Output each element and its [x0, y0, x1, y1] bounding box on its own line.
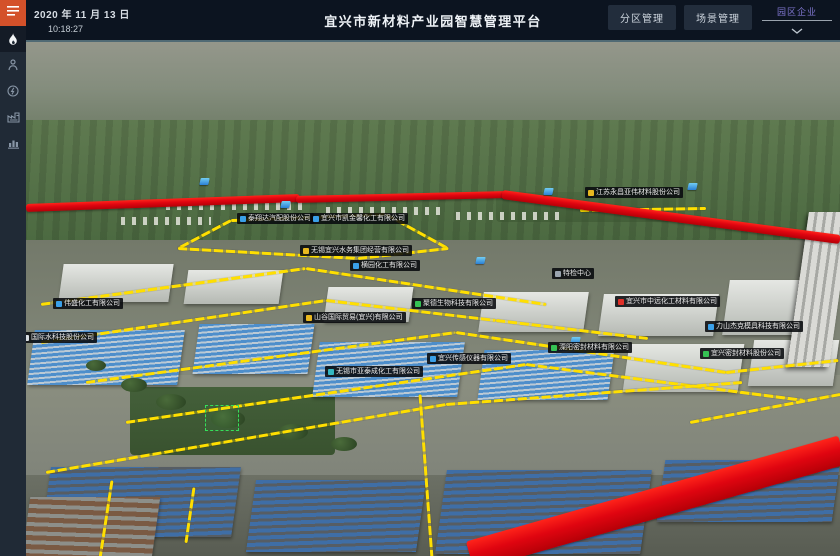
- company-map-label[interactable]: 横园化工有限公司: [350, 260, 420, 271]
- sidebar-item-person[interactable]: [0, 52, 26, 78]
- scene-manage-button[interactable]: 场景管理: [684, 5, 752, 30]
- zone-manage-button[interactable]: 分区管理: [608, 5, 676, 30]
- company-label-text: 聚德生物科技有限公司: [423, 300, 493, 307]
- company-marker-icon: [56, 301, 62, 307]
- company-marker-icon: [353, 263, 359, 269]
- company-marker-icon: [303, 248, 309, 254]
- company-marker-icon: [708, 324, 714, 330]
- company-map-label[interactable]: 山谷国际贸易(宜兴)有限公司: [303, 312, 406, 323]
- sidebar: [0, 0, 26, 556]
- company-map-label[interactable]: 宜兴密封材料股份公司: [700, 348, 784, 359]
- company-map-label[interactable]: 伟盛化工有限公司: [53, 298, 123, 309]
- sidebar-item-factory[interactable]: [0, 104, 26, 130]
- selection-box: [205, 405, 239, 431]
- company-map-label[interactable]: 无锡市亚泰成化工有限公司: [325, 366, 423, 377]
- map-3d-view[interactable]: 泰翔达汽配股份公司 宜兴市凯金馨化工有限公司 江苏永昌亚伟材料股份公司无锡宜兴水务集…: [26, 40, 840, 556]
- sidebar-item-statistics[interactable]: [0, 130, 26, 156]
- hamburger-icon: [6, 4, 20, 22]
- company-marker-icon: [555, 271, 561, 277]
- tree-shape: [86, 360, 106, 371]
- blue-building-sprite: [280, 201, 290, 208]
- company-label-text: 溧阳密封材料有限公司: [559, 344, 629, 351]
- blue-building-sprite: [687, 183, 697, 190]
- company-map-label[interactable]: 宜兴传感仪器有限公司: [427, 353, 511, 364]
- company-label-text: 伟盛化工有限公司: [64, 300, 120, 307]
- tree-shape: [121, 378, 147, 392]
- blue-building-sprite: [543, 188, 553, 195]
- tree-shape: [331, 437, 357, 451]
- header-actions: 分区管理 场景管理 园区企业: [608, 1, 834, 39]
- town-shape: [456, 212, 566, 220]
- company-label-text: 特检中心: [563, 270, 591, 277]
- company-map-label[interactable]: 无锡宜兴水务集团经营有限公司: [300, 245, 412, 256]
- person-icon: [7, 59, 19, 71]
- bld-shape: [58, 264, 173, 302]
- company-map-label[interactable]: 溧阳密封材料有限公司: [548, 342, 632, 353]
- company-map-label[interactable]: 宜兴市凯金馨化工有限公司: [310, 213, 408, 224]
- company-marker-icon: [618, 299, 624, 305]
- company-marker-icon: [328, 369, 334, 375]
- company-label-text: 宜兴市中远化工材料有限公司: [626, 298, 717, 305]
- current-time: 10:18:27: [48, 24, 130, 34]
- company-label-text: 无锡宜兴水务集团经营有限公司: [311, 247, 409, 254]
- top-header: 2020 年 11 月 13 日 10:18:27 宜兴市新材料产业园智慧管理平…: [26, 0, 840, 40]
- company-label-text: 泰翔达汽配股份公司: [248, 215, 311, 222]
- map-sky: [26, 42, 840, 120]
- current-date: 2020 年 11 月 13 日: [34, 6, 130, 21]
- tree-shape: [156, 394, 186, 410]
- company-map-label[interactable]: 江苏永昌亚伟材料股份公司: [585, 187, 683, 198]
- company-label-text: 山谷国际贸易(宜兴)有限公司: [314, 314, 403, 321]
- company-marker-icon: [551, 345, 557, 351]
- company-label-text: 宜兴传感仪器有限公司: [438, 355, 508, 362]
- blue-building-sprite: [475, 257, 485, 264]
- sidebar-item-fire[interactable]: [0, 26, 26, 52]
- company-marker-icon: [415, 301, 421, 307]
- sidebar-item-power[interactable]: [0, 78, 26, 104]
- datetime-block: 2020 年 11 月 13 日 10:18:27: [34, 6, 130, 34]
- bld-shape: [246, 480, 426, 552]
- company-map-label[interactable]: 特检中心: [552, 268, 594, 279]
- company-map-label[interactable]: 聚德生物科技有限公司: [412, 298, 496, 309]
- bld-shape: [26, 497, 160, 556]
- company-label-text: 力山杰克模具科技有限公司: [716, 323, 800, 330]
- company-label-text: 国际水科技股份公司: [31, 334, 94, 341]
- company-label-text: 宜兴市凯金馨化工有限公司: [321, 215, 405, 222]
- flame-icon: [7, 33, 19, 46]
- company-marker-icon: [240, 216, 246, 222]
- factory-icon: [7, 111, 20, 123]
- company-marker-icon: [430, 356, 436, 362]
- chevron-down-icon: [791, 21, 803, 39]
- company-marker-icon: [588, 190, 594, 196]
- company-marker-icon: [703, 351, 709, 357]
- company-marker-icon: [313, 216, 319, 222]
- blue-building-sprite: [199, 178, 209, 185]
- app-window: 2020 年 11 月 13 日 10:18:27 宜兴市新材料产业园智慧管理平…: [0, 0, 840, 556]
- dropdown-label: 园区企业: [777, 2, 817, 20]
- company-map-label[interactable]: 力山杰克模具科技有限公司: [705, 321, 803, 332]
- town-shape: [121, 217, 211, 225]
- company-marker-icon: [26, 335, 29, 341]
- power-icon: [7, 85, 19, 97]
- company-label-text: 江苏永昌亚伟材料股份公司: [596, 189, 680, 196]
- company-map-label[interactable]: 国际水科技股份公司: [26, 332, 97, 343]
- company-map-label[interactable]: 宜兴市中远化工材料有限公司: [615, 296, 720, 307]
- company-marker-icon: [306, 315, 312, 321]
- company-label-text: 无锡市亚泰成化工有限公司: [336, 368, 420, 375]
- company-label-text: 横园化工有限公司: [361, 262, 417, 269]
- bar-chart-icon: [7, 137, 20, 149]
- menu-button[interactable]: [0, 0, 26, 26]
- company-map-label[interactable]: 泰翔达汽配股份公司: [237, 213, 314, 224]
- company-label-text: 宜兴密封材料股份公司: [711, 350, 781, 357]
- park-enterprise-dropdown[interactable]: 园区企业: [760, 2, 834, 39]
